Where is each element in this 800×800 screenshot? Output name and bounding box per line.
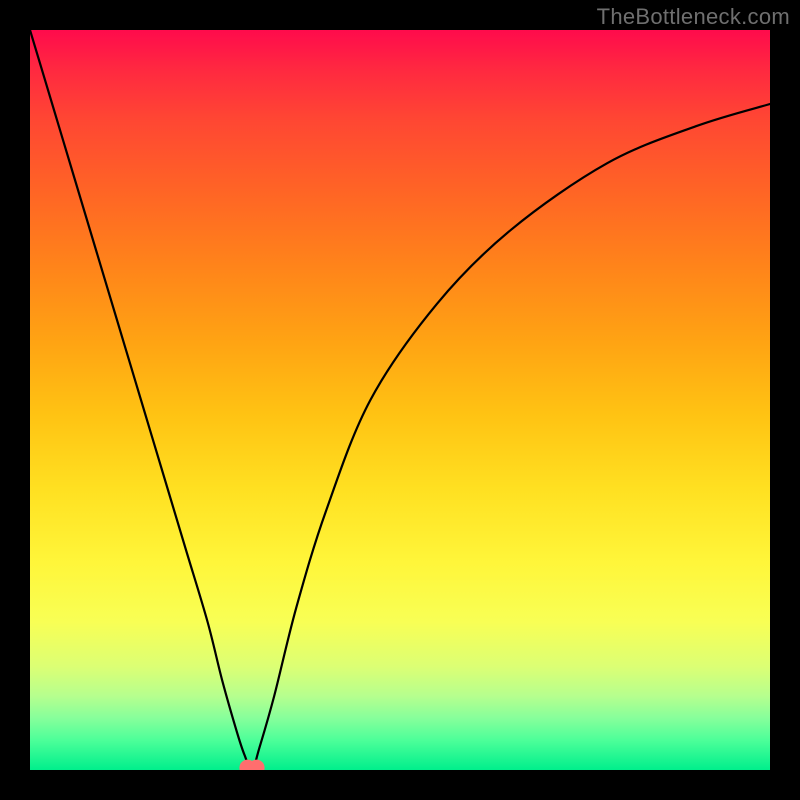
watermark-text: TheBottleneck.com <box>597 4 790 30</box>
chart-overlay <box>30 30 770 770</box>
minimum-markers <box>239 760 264 770</box>
bottleneck-curve <box>30 30 770 770</box>
plot-area <box>30 30 770 770</box>
chart-frame: TheBottleneck.com <box>0 0 800 800</box>
